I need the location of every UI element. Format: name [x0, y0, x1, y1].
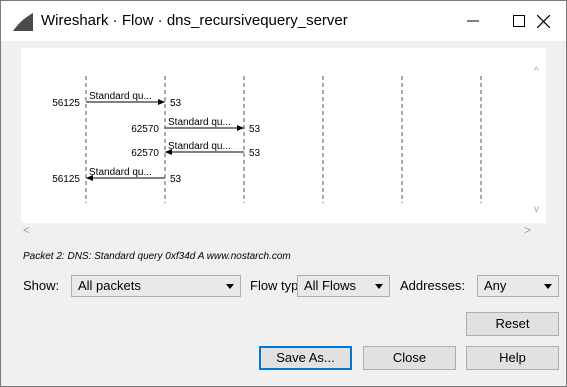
message-label: Standard qu...: [89, 91, 152, 102]
window-title: Wireshark · Flow · dns_recursivequery_se…: [41, 12, 348, 29]
save-as-button[interactable]: Save As...: [259, 346, 352, 370]
wireshark-fin-icon: [13, 13, 33, 31]
show-select[interactable]: All packets: [71, 275, 241, 297]
close-button[interactable]: Close: [363, 346, 456, 370]
src-port-label: 62570: [131, 148, 159, 159]
flow-dialog: Wireshark · Flow · dns_recursivequery_se…: [0, 0, 567, 387]
flow-event[interactable]: 56125 Standard qu... 53: [52, 91, 181, 109]
scroll-right-icon[interactable]: >: [524, 223, 531, 237]
flow-diagram: 56125 Standard qu... 53 62570 Standard qu...…: [52, 76, 482, 203]
dst-port-label: 53: [249, 124, 261, 135]
reset-button[interactable]: Reset: [466, 312, 559, 336]
addresses-label: Addresses:: [400, 278, 466, 293]
flow-graph[interactable]: 56125 Standard qu... 53 62570 Standard qu...…: [21, 48, 546, 223]
message-label: Standard qu...: [168, 117, 231, 128]
dst-port-label: 53: [170, 174, 182, 185]
show-label: Show:: [23, 278, 60, 293]
dst-port-label: 53: [249, 148, 261, 159]
src-port-label: 62570: [131, 124, 159, 135]
flow-event[interactable]: 62570 Standard qu... 53: [131, 117, 260, 135]
close-icon[interactable]: [520, 1, 566, 41]
minimize-icon[interactable]: [450, 1, 496, 41]
scroll-up-icon[interactable]: ^: [534, 66, 539, 77]
dst-port-label: 53: [170, 98, 182, 109]
message-label: Standard qu...: [168, 141, 231, 152]
flow-type-select-value: All Flows: [304, 278, 357, 293]
addresses-select-value: Any: [484, 278, 507, 293]
flow-event[interactable]: 62570 Standard qu... 53: [131, 141, 260, 159]
horizontal-scrollbar[interactable]: < >: [21, 223, 546, 237]
chevron-down-icon: [544, 284, 552, 289]
chevron-down-icon: [375, 284, 383, 289]
scroll-down-icon[interactable]: v: [534, 204, 539, 215]
show-select-value: All packets: [78, 278, 141, 293]
title-bar[interactable]: Wireshark · Flow · dns_recursivequery_se…: [1, 1, 566, 41]
addresses-select[interactable]: Any: [477, 275, 559, 297]
vertical-scrollbar[interactable]: ^ v: [529, 48, 549, 223]
chevron-down-icon: [226, 284, 234, 289]
scroll-left-icon[interactable]: <: [23, 223, 30, 237]
arrowhead-icon: [237, 125, 244, 131]
flow-event[interactable]: 56125 Standard qu... 53: [52, 167, 181, 185]
src-port-label: 56125: [52, 98, 80, 109]
status-text: Packet 2: DNS: Standard query 0xf34d A w…: [23, 251, 291, 262]
message-label: Standard qu...: [89, 167, 152, 178]
arrowhead-icon: [158, 99, 165, 105]
flow-type-select[interactable]: All Flows: [297, 275, 390, 297]
src-port-label: 56125: [52, 174, 80, 185]
help-button[interactable]: Help: [466, 346, 559, 370]
